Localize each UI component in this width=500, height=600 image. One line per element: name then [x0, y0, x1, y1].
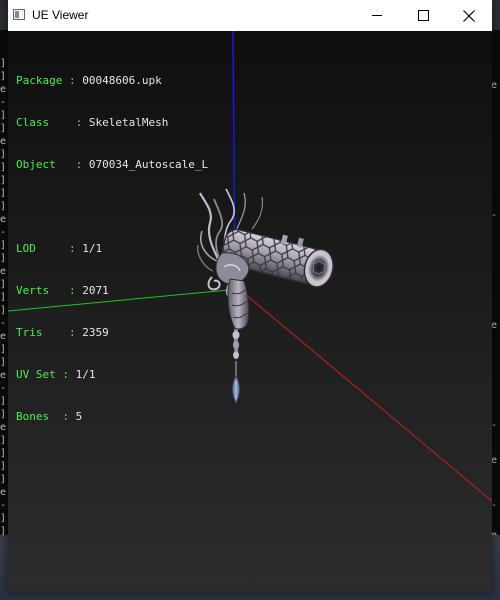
info-row-bones: Bones : 5 [16, 410, 208, 424]
terminal-glyph-left: e [0, 266, 7, 277]
info-row-verts: Verts : 2071 [16, 284, 208, 298]
terminal-glyph-left: e [0, 422, 7, 433]
terminal-glyph-left: ] [0, 71, 7, 82]
terminal-glyph-left: ] [0, 58, 7, 69]
bones-pad [49, 410, 56, 423]
terminal-glyph-left: ] [0, 305, 7, 316]
terminal-glyph-right: e [491, 455, 498, 466]
axis-x-red [238, 288, 492, 502]
tris-sep: : [62, 326, 83, 339]
verts-value: 2071 [82, 284, 109, 297]
info-row-tris: Tris : 2359 [16, 326, 208, 340]
terminal-glyph-left: - [0, 500, 7, 511]
verts-label: Verts [16, 284, 50, 297]
terminal-glyph-left: - [0, 318, 7, 329]
terminal-glyph-left: ] [0, 175, 7, 186]
terminal-glyph-right: e [491, 80, 498, 91]
tris-label: Tris [16, 326, 43, 339]
terminal-glyph-left: ] [0, 409, 7, 420]
terminal-glyph-left: ] [0, 162, 7, 173]
minimize-button[interactable] [354, 0, 400, 31]
class-value: SkeletalMesh [88, 116, 169, 129]
minimize-icon [372, 15, 382, 16]
terminal-glyph-left: ] [0, 526, 7, 535]
object-pad [56, 158, 69, 171]
terminal-glyph-left: ] [0, 357, 7, 368]
object-sep: : [69, 158, 89, 171]
lod-label: LOD [16, 242, 36, 255]
terminal-glyph-left: ] [0, 396, 7, 407]
info-row-uvset: UV Set : 1/1 [16, 368, 208, 382]
info-row-package: Package : 00048606.upk [16, 74, 208, 88]
terminal-glyph-left: ] [0, 344, 7, 355]
terminal-glyph-left: ] [0, 201, 7, 212]
skeletal-mesh [196, 188, 334, 405]
3d-viewport[interactable]: Package : 00048606.upk Class : SkeletalM… [8, 31, 492, 592]
window-title: UE Viewer [32, 8, 89, 22]
terminal-glyph-right: - [491, 500, 498, 511]
terminal-glyph-left: e [0, 331, 7, 342]
bones-value: 5 [75, 410, 83, 423]
verts-sep: : [62, 284, 83, 297]
terminal-glyph-left: e [0, 136, 7, 147]
class-pad [49, 116, 69, 129]
bones-sep: : [55, 410, 76, 423]
close-icon [463, 9, 475, 22]
terminal-glyph-left: e [0, 487, 7, 498]
background-terminal-left: ]] e -]] e]]]]] e -]] e]]] - e]] e -]] e]]]] e -]] [0, 30, 8, 535]
terminal-glyph-left: e [0, 370, 7, 381]
package-label: Package [16, 74, 63, 87]
terminal-glyph-right: - [491, 420, 498, 431]
terminal-glyph-left: ] [0, 110, 7, 121]
terminal-glyph-left: - [0, 383, 7, 394]
mesh-info-panel: Package : 00048606.upk Class : SkeletalM… [16, 46, 208, 452]
info-row-class: Class : SkeletalMesh [16, 116, 208, 130]
background-terminal-right: e-e-e-e- [491, 30, 500, 535]
close-button[interactable] [446, 0, 492, 31]
info-row-lod: LOD : 1/1 [16, 242, 208, 256]
terminal-glyph-left: ] [0, 435, 7, 446]
object-label: Object [16, 158, 56, 171]
info-row-object: Object : 070034_Autoscale_L [16, 158, 208, 172]
terminal-glyph-left: ] [0, 461, 7, 472]
lod-pad [36, 242, 63, 255]
terminal-glyph-left: ] [0, 240, 7, 251]
terminal-glyph-right: - [491, 210, 498, 221]
terminal-glyph-left: - [0, 97, 7, 108]
terminal-glyph-left: ] [0, 279, 7, 290]
app-window-icon [13, 9, 25, 20]
class-sep: : [69, 116, 89, 129]
uvset-value: 1/1 [75, 368, 96, 381]
terminal-glyph-left: ] [0, 474, 7, 485]
lod-value: 1/1 [82, 242, 103, 255]
terminal-glyph-left: ] [0, 253, 7, 264]
class-label: Class [16, 116, 50, 129]
info-row-blank [16, 200, 208, 214]
terminal-glyph-right: e [491, 320, 498, 331]
terminal-glyph-left: ] [0, 149, 7, 160]
terminal-glyph-left: e [0, 84, 7, 95]
terminal-glyph-left: ] [0, 448, 7, 459]
terminal-glyph-left: - [0, 227, 7, 238]
package-value: 00048606.upk [82, 74, 162, 87]
terminal-glyph-left: ] [0, 513, 7, 524]
maximize-button[interactable] [400, 0, 446, 31]
package-sep: : [62, 74, 83, 87]
terminal-glyph-left: ] [0, 188, 7, 199]
ue-viewer-window: UE Viewer Package: 00048606.upk Class:… [8, 0, 492, 592]
title-bar[interactable]: UE Viewer [8, 0, 492, 31]
terminal-glyph-left: e [0, 214, 7, 225]
bones-label: Bones [16, 410, 50, 423]
tris-pad [43, 326, 63, 339]
uvset-label: UV Set [16, 368, 56, 381]
object-value: 070034_Autoscale_L [88, 158, 209, 171]
tris-value: 2359 [82, 326, 109, 339]
uvset-sep: : [55, 368, 76, 381]
terminal-glyph-left: ] [0, 123, 7, 134]
maximize-icon [417, 10, 429, 21]
terminal-glyph-left: ] [0, 292, 7, 303]
verts-pad [49, 284, 62, 297]
lod-sep: : [62, 242, 83, 255]
